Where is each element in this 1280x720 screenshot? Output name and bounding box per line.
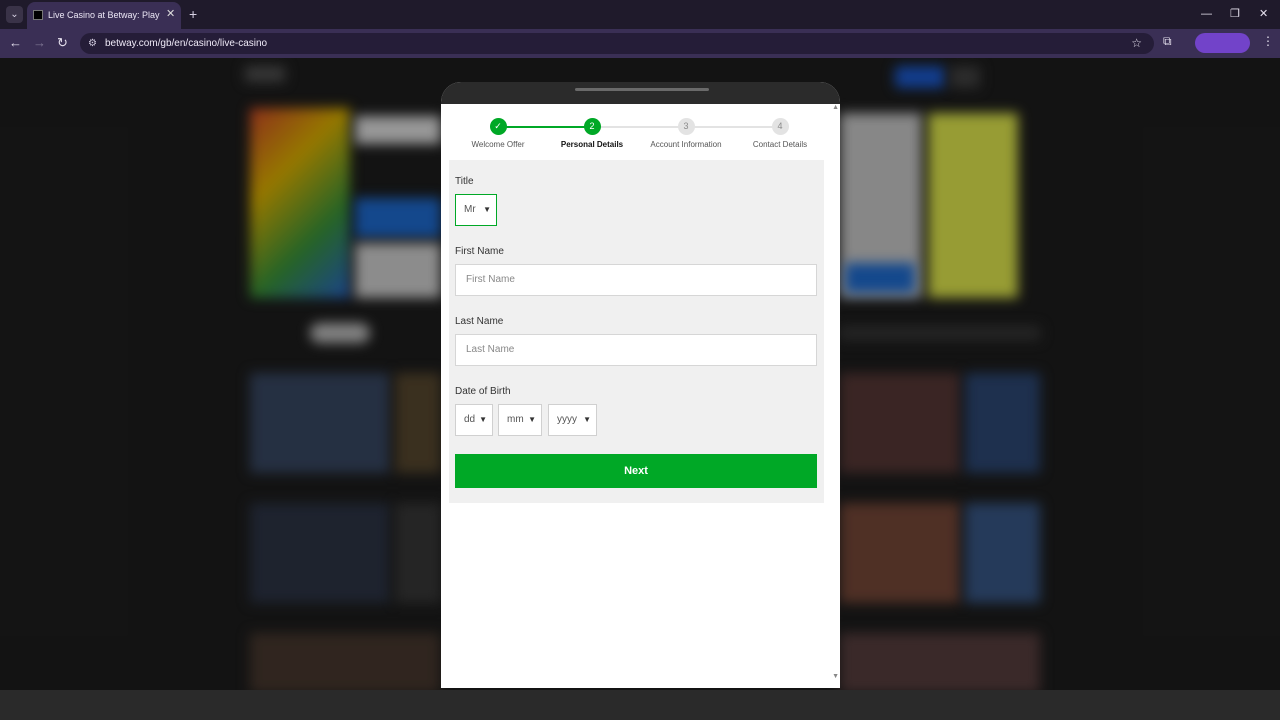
chevron-down-icon: ▼ <box>528 415 536 424</box>
back-arrow-icon[interactable]: ← <box>9 35 22 51</box>
step-number: 2 <box>583 118 601 135</box>
step-contact-details: 4 Contact Details <box>732 118 828 149</box>
dob-day-select[interactable]: dd ▼ <box>455 404 493 436</box>
tab-close-icon[interactable]: ✕ <box>166 8 175 20</box>
browser-tab[interactable]: Live Casino at Betway: Play Real ✕ <box>27 2 181 29</box>
step-welcome-offer: ✓ Welcome Offer <box>450 118 546 149</box>
progress-stepper: ✓ Welcome Offer 2 Personal Details 3 Acc… <box>451 118 831 154</box>
url-text: betway.com/gb/en/casino/live-casino <box>105 38 268 49</box>
scroll-up-icon[interactable]: ▲ <box>832 104 839 111</box>
step-account-information: 3 Account Information <box>638 118 734 149</box>
minimize-icon[interactable]: — <box>1201 7 1212 21</box>
forward-arrow-icon[interactable]: → <box>33 35 46 51</box>
dob-month-select[interactable]: mm ▼ <box>498 404 542 436</box>
scroll-down-icon[interactable]: ▼ <box>832 673 839 680</box>
tab-title: Live Casino at Betway: Play Real <box>48 10 160 20</box>
step-personal-details: 2 Personal Details <box>544 118 640 149</box>
dob-day-value: dd <box>464 414 476 425</box>
step-label: Personal Details <box>560 140 624 149</box>
modal-header <box>441 82 840 104</box>
chevron-down-icon: ▼ <box>583 415 591 424</box>
more-menu-icon[interactable]: ⋮ <box>1262 34 1274 48</box>
step-label: Contact Details <box>752 140 808 149</box>
site-info-icon[interactable]: ⚙ <box>88 37 97 50</box>
address-bar[interactable]: ⚙ betway.com/gb/en/casino/live-casino ☆ <box>80 33 1154 54</box>
bookmark-star-icon[interactable]: ☆ <box>1131 36 1142 50</box>
last-name-label: Last Name <box>455 316 504 327</box>
date-of-birth-label: Date of Birth <box>455 386 511 397</box>
title-select[interactable]: Mr ▼ <box>455 194 497 226</box>
step-number: 4 <box>771 118 789 135</box>
personal-details-form: Title Mr ▼ First Name First Name Last Na… <box>449 160 824 503</box>
tab-search-icon[interactable]: ⌄ <box>6 6 23 23</box>
step-label: Account Information <box>650 140 722 149</box>
title-label: Title <box>455 176 474 187</box>
maximize-icon[interactable]: ❐ <box>1230 7 1240 21</box>
first-name-input[interactable]: First Name <box>455 264 817 296</box>
registration-modal: ▲ ✓ Welcome Offer 2 Personal Details 3 A… <box>441 82 840 688</box>
new-tab-icon[interactable]: + <box>189 6 197 22</box>
browser-toolbar: ← → ↻ ⚙ betway.com/gb/en/casino/live-cas… <box>0 29 1280 58</box>
title-value: Mr <box>464 204 476 215</box>
profile-button[interactable] <box>1195 33 1250 53</box>
dob-year-select[interactable]: yyyy ▼ <box>548 404 597 436</box>
next-button[interactable]: Next <box>455 454 817 488</box>
extensions-icon[interactable]: ⧉ <box>1163 34 1172 49</box>
chevron-down-icon: ▼ <box>479 415 487 424</box>
dob-month-value: mm <box>507 414 524 425</box>
step-label: Welcome Offer <box>471 140 525 149</box>
drag-handle[interactable] <box>575 88 709 91</box>
step-check-icon: ✓ <box>489 118 507 135</box>
dob-year-value: yyyy <box>557 414 577 425</box>
page-footer-strip <box>0 690 1280 720</box>
last-name-input[interactable]: Last Name <box>455 334 817 366</box>
step-number: 3 <box>677 118 695 135</box>
betway-favicon-icon <box>33 10 43 20</box>
tab-strip: ⌄ Live Casino at Betway: Play Real ✕ + —… <box>0 0 1280 29</box>
window-close-icon[interactable]: ✕ <box>1259 7 1268 21</box>
first-name-label: First Name <box>455 246 504 257</box>
reload-icon[interactable]: ↻ <box>57 35 68 51</box>
chevron-down-icon: ▼ <box>483 205 491 214</box>
